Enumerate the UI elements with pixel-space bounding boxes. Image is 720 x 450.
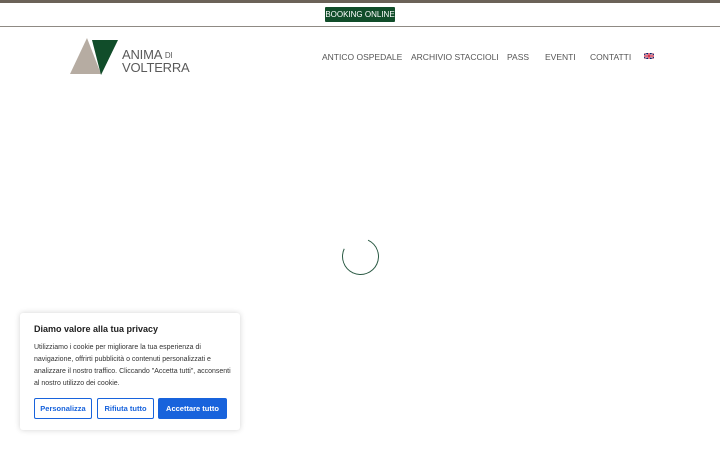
site-header: ANIMA DI VOLTERRA ANTICO OSPEDALE ARCHIV… [0,28,720,86]
nav-item-archivio-staccioli[interactable]: ARCHIVIO STACCIOLI [411,51,499,63]
main-nav: ANTICO OSPEDALE ARCHIVIO STACCIOLI PASS … [0,51,720,63]
nav-item-contatti[interactable]: CONTATTI [590,51,631,63]
reject-all-cookies-button[interactable]: Rifiuta tutto [97,398,154,419]
nav-item-pass[interactable]: PASS [507,51,529,63]
cookie-banner-text: Utilizziamo i cookie per migliorare la t… [34,344,231,387]
uk-flag-icon[interactable] [644,53,654,59]
top-bar: BOOKING ONLINE [0,3,720,27]
loading-spinner-icon [336,232,385,281]
accept-all-cookies-button[interactable]: Accettare tutto [158,398,227,419]
cookie-banner-title: Diamo valore alla tua privacy [34,324,159,334]
cookie-consent-banner: Diamo valore alla tua privacy Utilizziam… [20,313,240,430]
nav-item-antico-ospedale[interactable]: ANTICO OSPEDALE [322,51,402,63]
customize-cookies-button[interactable]: Personalizza [34,398,92,419]
booking-online-button[interactable]: BOOKING ONLINE [325,7,395,22]
nav-item-eventi[interactable]: EVENTI [545,51,576,63]
